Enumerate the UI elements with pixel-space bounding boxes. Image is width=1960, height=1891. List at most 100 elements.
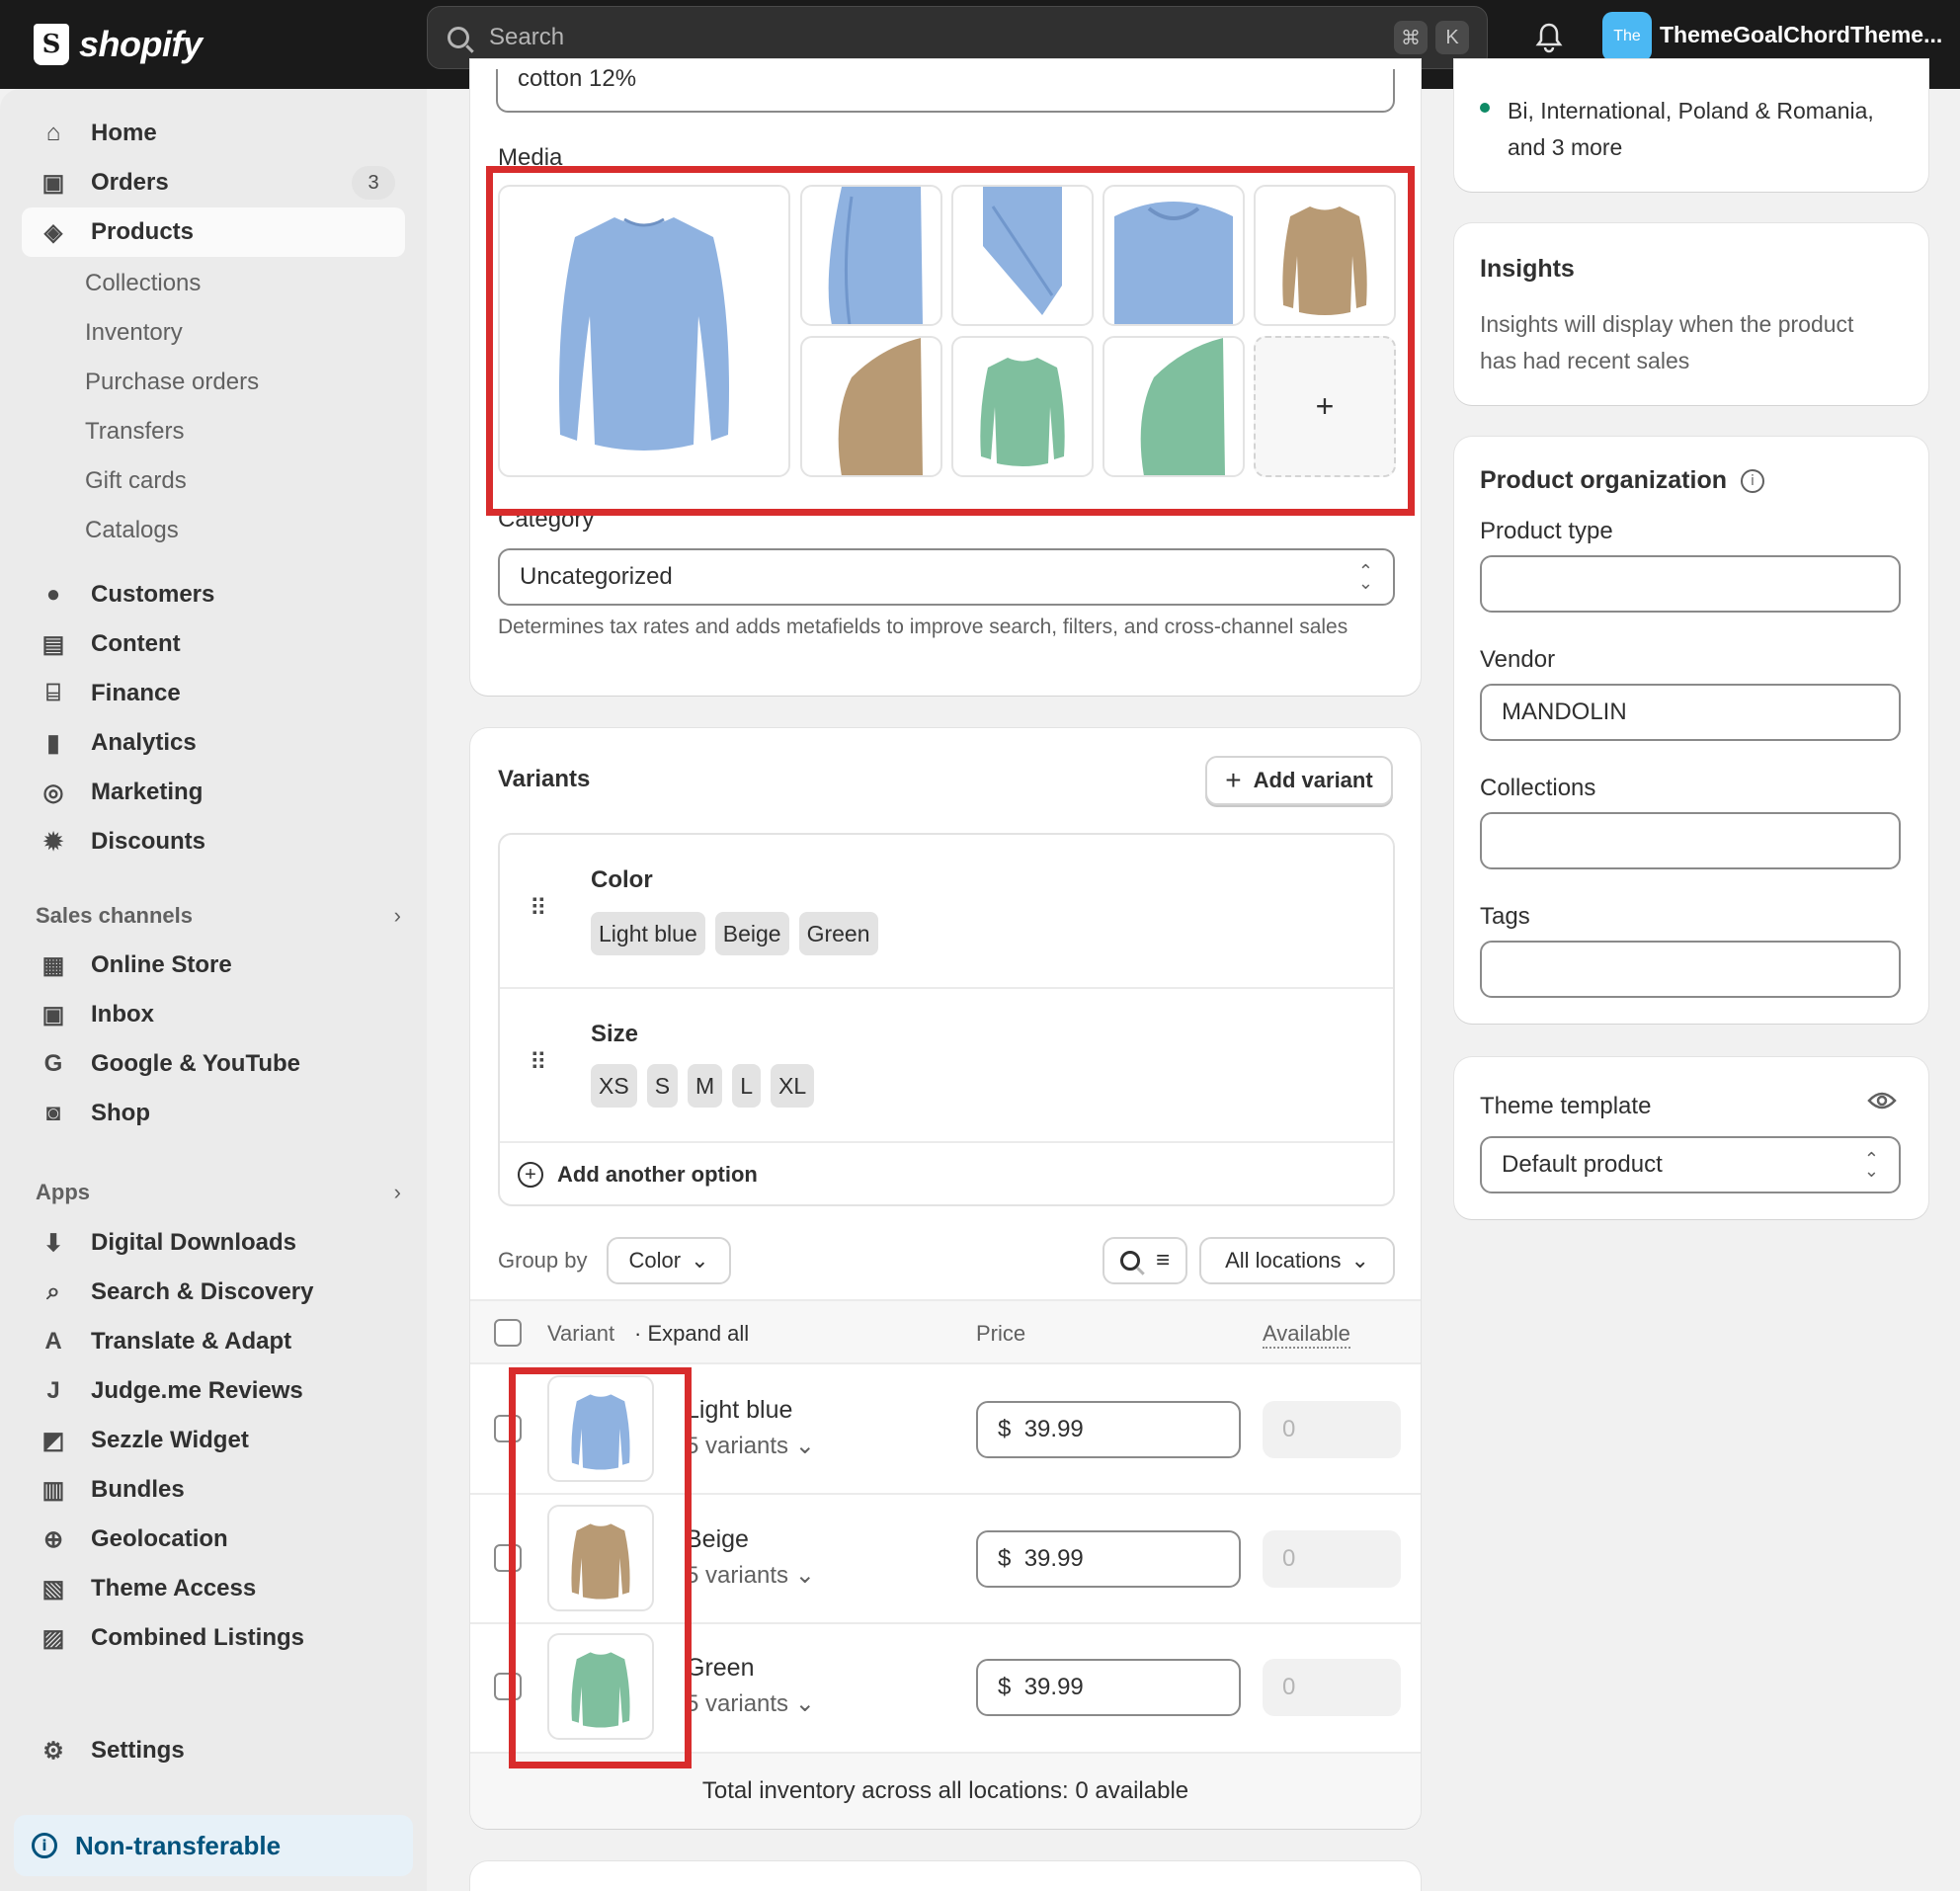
value-chip: Light blue (591, 912, 705, 955)
nav-bundles[interactable]: ▥ Bundles (22, 1465, 405, 1515)
nav-analytics[interactable]: ▮ Analytics (22, 718, 405, 768)
product-type-input[interactable] (1480, 555, 1901, 613)
chevron-down-icon: ⌄ (794, 1433, 815, 1459)
tags-input[interactable] (1480, 941, 1901, 998)
translate-icon: A (44, 1328, 62, 1355)
nav-products[interactable]: ◈ Products (22, 207, 405, 257)
store-avatar[interactable]: The (1602, 12, 1652, 61)
media-thumb-8[interactable] (1102, 336, 1245, 477)
variant-count[interactable]: 5 variants ⌄ (686, 1689, 815, 1718)
option-color-values[interactable]: Light blue Beige Green (591, 912, 888, 955)
nav-home[interactable]: ⌂ Home (22, 109, 405, 158)
nav-theme-access[interactable]: ▧ Theme Access (22, 1564, 405, 1613)
nav-translate-adapt[interactable]: A Translate & Adapt (22, 1317, 405, 1366)
variant-count[interactable]: 5 variants ⌄ (686, 1432, 815, 1460)
group-by-select[interactable]: Color ⌄ (607, 1237, 731, 1284)
available-input: 0 (1263, 1659, 1401, 1716)
search-filter-button[interactable]: ≡ (1102, 1237, 1187, 1284)
row-checkbox[interactable] (494, 1673, 522, 1700)
add-media-button[interactable]: + (1254, 336, 1396, 477)
option-size-values[interactable]: XS S M L XL (591, 1064, 824, 1108)
markets-text: Bi, International, Poland & Romania, and… (1508, 98, 1874, 160)
chevron-right-icon: › (393, 903, 401, 928)
shopify-logo[interactable]: S shopify (34, 16, 203, 73)
chevron-down-icon: ⌄ (691, 1248, 709, 1273)
nav-settings[interactable]: ⚙ Settings (22, 1726, 405, 1775)
status-dot-icon (1480, 103, 1490, 113)
media-label: Media (498, 144, 563, 171)
nav-finance[interactable]: ⌸ Finance (22, 669, 405, 718)
eye-icon[interactable] (1867, 1091, 1897, 1110)
variant-image[interactable] (547, 1633, 654, 1740)
nav-gift-cards[interactable]: Gift cards (22, 459, 405, 503)
nav-marketing[interactable]: ◎ Marketing (22, 768, 405, 817)
nav-collections[interactable]: Collections (22, 262, 405, 305)
nav-combined-listings[interactable]: ▨ Combined Listings (22, 1613, 405, 1663)
media-thumb-5[interactable] (1254, 185, 1396, 326)
sales-channels-header[interactable]: Sales channels › (36, 903, 401, 929)
vendor-input[interactable]: MANDOLIN (1480, 684, 1901, 741)
nav-purchase-orders[interactable]: Purchase orders (22, 361, 405, 404)
value-chip: Green (798, 912, 878, 955)
nav-judgeme[interactable]: J Judge.me Reviews (22, 1366, 405, 1416)
chevron-down-icon: ⌄ (794, 1562, 815, 1589)
drag-handle-icon[interactable]: ⠿ (530, 1048, 547, 1077)
target-icon: ◎ (42, 779, 64, 806)
nav-customers[interactable]: ● Customers (22, 570, 405, 619)
nav-inbox[interactable]: ▣ Inbox (22, 990, 405, 1039)
media-thumb-2[interactable] (800, 185, 942, 326)
nav-transfers[interactable]: Transfers (22, 410, 405, 453)
media-thumb-6[interactable] (800, 336, 942, 477)
variants-card: Variants + Add variant ⠿ Color Light blue… (470, 728, 1421, 1829)
info-icon[interactable]: i (1741, 468, 1764, 493)
nav-google-youtube[interactable]: G Google & YouTube (22, 1039, 405, 1089)
media-main-image[interactable] (498, 185, 790, 477)
select-all-checkbox[interactable] (494, 1319, 522, 1347)
variant-image[interactable] (547, 1505, 654, 1611)
inbox-tray-icon: ▣ (41, 169, 65, 197)
nav-sezzle[interactable]: ◩ Sezzle Widget (22, 1416, 405, 1465)
expand-all-link[interactable]: · Expand all (634, 1321, 749, 1347)
collections-input[interactable] (1480, 812, 1901, 869)
nav-content[interactable]: ▤ Content (22, 619, 405, 669)
media-thumb-7[interactable] (951, 336, 1094, 477)
category-select[interactable]: Uncategorized ⌃ ⌄ (498, 548, 1395, 606)
price-input[interactable]: $ 39.99 (976, 1659, 1241, 1716)
drag-handle-icon[interactable]: ⠿ (530, 894, 547, 923)
non-transferable-banner[interactable]: i Non-transferable (14, 1815, 413, 1876)
price-input[interactable]: $ 39.99 (976, 1530, 1241, 1588)
add-another-option-button[interactable]: + Add another option (518, 1153, 758, 1196)
variant-count[interactable]: 5 variants ⌄ (686, 1561, 815, 1590)
row-checkbox[interactable] (494, 1415, 522, 1442)
media-thumb-3[interactable] (951, 185, 1094, 326)
locations-select[interactable]: All locations ⌄ (1199, 1237, 1395, 1284)
value-chip: M (688, 1064, 723, 1108)
nav-catalogs[interactable]: Catalogs (22, 509, 405, 552)
nav-search-discovery[interactable]: ⌕ Search & Discovery (22, 1268, 405, 1317)
chevron-down-icon: ⌄ (1350, 1248, 1369, 1273)
nav-digital-downloads[interactable]: ⬇ Digital Downloads (22, 1218, 405, 1268)
total-inventory-footer: Total inventory across all locations: 0 … (470, 1752, 1421, 1829)
nav-online-store[interactable]: ▦ Online Store (22, 941, 405, 990)
divider (500, 987, 1393, 989)
nav-geolocation[interactable]: ⊕ Geolocation (22, 1515, 405, 1564)
store-name[interactable]: ThemeGoalChordTheme... (1660, 22, 1942, 48)
bell-icon[interactable] (1533, 20, 1565, 55)
price-input[interactable]: $ 39.99 (976, 1401, 1241, 1458)
nav-discounts[interactable]: ✹ Discounts (22, 817, 405, 866)
row-checkbox[interactable] (494, 1544, 522, 1572)
material-field[interactable]: cotton 12% (496, 65, 1395, 113)
search-icon (1119, 1251, 1140, 1271)
nav-shop[interactable]: ◙ Shop (22, 1089, 405, 1138)
variant-image[interactable] (547, 1375, 654, 1482)
add-variant-button[interactable]: + Add variant (1205, 756, 1393, 805)
nav-inventory[interactable]: Inventory (22, 311, 405, 355)
nav-orders[interactable]: ▣ Orders 3 (22, 158, 405, 207)
theme-template-select[interactable]: Default product ⌃ ⌄ (1480, 1136, 1901, 1193)
value-chip: XS (591, 1064, 637, 1108)
apps-header[interactable]: Apps › (36, 1180, 401, 1205)
sweater-beige-image (571, 1523, 630, 1600)
media-thumb-4[interactable] (1102, 185, 1245, 326)
category-label: Category (498, 506, 595, 533)
chevron-down-icon: ⌄ (794, 1690, 815, 1717)
